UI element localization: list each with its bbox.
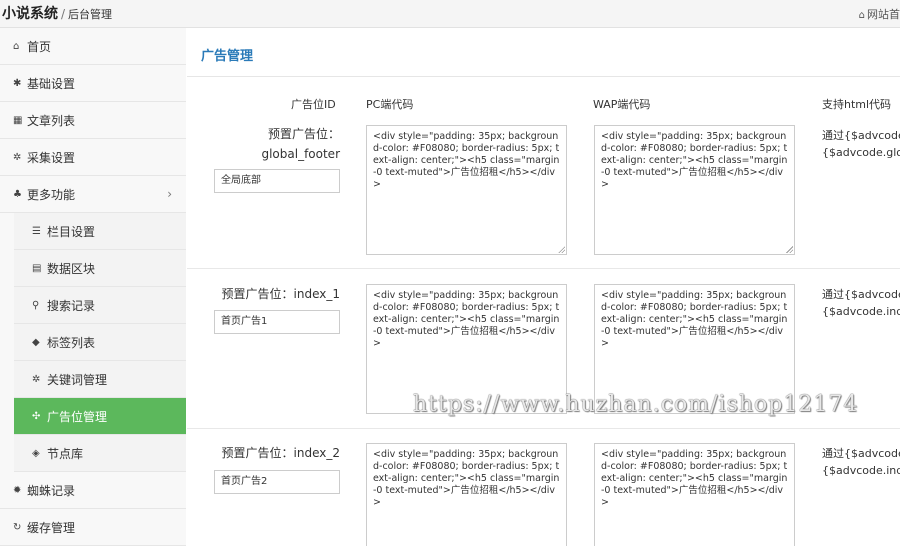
sidebar-item-label: 基础设置 bbox=[27, 76, 76, 91]
wap-code-textarea[interactable]: <div style="padding: 35px; background-co… bbox=[594, 125, 795, 255]
usage-tip-line: 通过{$advcode bbox=[822, 288, 900, 301]
sitemap-icon: ♣ bbox=[13, 188, 22, 200]
sidebar-subitem-tag-list[interactable]: ◆ 标签列表 bbox=[14, 324, 186, 361]
pc-code-text: <div style="padding: 35px; background-co… bbox=[373, 131, 560, 190]
sidebar-subitem-ad-manage[interactable]: ✣ 广告位管理 bbox=[14, 398, 186, 435]
wap-code-text: <div style="padding: 35px; background-co… bbox=[601, 131, 788, 190]
ad-name-input[interactable]: 全局底部 bbox=[214, 169, 340, 193]
sidebar-subitem-label: 节点库 bbox=[47, 446, 84, 461]
sidebar-subitem-keyword-manage[interactable]: ✲ 关键词管理 bbox=[14, 361, 186, 398]
site-home-label: 网站首 bbox=[867, 8, 900, 21]
sidebar-item-article-list[interactable]: ▦ 文章列表 bbox=[0, 102, 186, 139]
wap-code-textarea[interactable]: <div style="padding: 35px; background-co… bbox=[594, 443, 795, 546]
tag-icon: ◆ bbox=[32, 336, 40, 348]
ad-slot-label: 预置广告位：index_2 bbox=[207, 443, 340, 463]
column-header-html: 支持html代码 bbox=[822, 98, 892, 111]
sidebar-item-label: 采集设置 bbox=[27, 150, 76, 165]
brand-separator: / bbox=[61, 7, 66, 21]
sidebar-item-more-features[interactable]: ♣ 更多功能 › bbox=[0, 176, 186, 213]
refresh-icon: ↻ bbox=[13, 521, 22, 533]
chevron-right-icon: › bbox=[167, 187, 172, 201]
submenu-indent bbox=[0, 241, 14, 500]
usage-tip: 通过{$advcode {$advcode.inde bbox=[822, 445, 900, 479]
ad-slot-label: 预置广告位： global_footer bbox=[227, 124, 340, 164]
search-icon: ⚲ bbox=[32, 299, 40, 311]
pc-code-textarea[interactable]: <div style="padding: 35px; background-co… bbox=[366, 125, 567, 255]
cube-icon: ◈ bbox=[32, 447, 40, 459]
home-icon: ⌂ bbox=[858, 10, 865, 21]
usage-tip-code: {$advcode.glob bbox=[822, 146, 900, 159]
top-bar: 小说系统 / 后台管理 ⌂ 网站首 bbox=[0, 0, 900, 28]
ad-slot-label-line: 预置广告位：index_2 bbox=[221, 446, 340, 460]
database-icon: ▤ bbox=[32, 262, 42, 274]
resize-handle[interactable] bbox=[558, 246, 565, 253]
divider bbox=[187, 76, 900, 77]
usage-tip-line: 通过{$advcode bbox=[822, 447, 900, 460]
pc-code-textarea[interactable]: <div style="padding: 35px; background-co… bbox=[366, 443, 567, 546]
sidebar-subitem-label: 数据区块 bbox=[47, 261, 96, 276]
ad-slot-id: global_footer bbox=[261, 147, 340, 161]
home-icon: ⌂ bbox=[13, 40, 20, 52]
watermark: https://www.huzhan.com/ishop12174 bbox=[413, 392, 859, 417]
puzzle-icon: ✣ bbox=[32, 410, 41, 422]
usage-tip-code: {$advcode.inde bbox=[822, 464, 900, 477]
cogs-icon: ✲ bbox=[13, 151, 22, 163]
bug-icon: ✹ bbox=[13, 484, 22, 496]
sidebar-subitem-search-records[interactable]: ⚲ 搜索记录 bbox=[14, 287, 186, 324]
site-home-link[interactable]: ⌂ 网站首 bbox=[859, 6, 900, 22]
sidebar-item-label: 首页 bbox=[27, 39, 52, 54]
gear-icon: ✱ bbox=[13, 77, 22, 89]
sidebar-subitem-node-library[interactable]: ◈ 节点库 bbox=[14, 435, 186, 472]
brand[interactable]: 小说系统 / 后台管理 bbox=[2, 3, 112, 23]
sidebar-item-label: 蜘蛛记录 bbox=[27, 483, 76, 498]
list-icon: ☰ bbox=[32, 225, 41, 237]
usage-tip: 通过{$advcode {$advcode.inde bbox=[822, 286, 900, 320]
ad-slot-label: 预置广告位：index_1 bbox=[207, 284, 340, 304]
ad-slot-label-line: 预置广告位： bbox=[267, 127, 340, 141]
column-header-id: 广告位ID bbox=[291, 98, 336, 111]
sidebar: ⌂ 首页 ✱ 基础设置 ▦ 文章列表 ✲ 采集设置 ♣ 更多功能 › ☰ 栏目设… bbox=[0, 28, 186, 546]
app-subtitle: 后台管理 bbox=[68, 8, 113, 21]
sidebar-item-home[interactable]: ⌂ 首页 bbox=[0, 28, 186, 65]
pc-code-text: <div style="padding: 35px; background-co… bbox=[373, 290, 560, 349]
sidebar-subitem-label: 栏目设置 bbox=[47, 224, 96, 239]
usage-tip-code: {$advcode.inde bbox=[822, 305, 900, 318]
resize-handle[interactable] bbox=[786, 246, 793, 253]
page-title: 广告管理 bbox=[201, 49, 254, 64]
cogs-icon: ✲ bbox=[32, 373, 41, 385]
sidebar-subitem-label: 标签列表 bbox=[47, 335, 96, 350]
sidebar-item-basic-settings[interactable]: ✱ 基础设置 bbox=[0, 65, 186, 102]
sidebar-subitem-column-settings[interactable]: ☰ 栏目设置 bbox=[14, 213, 186, 250]
sidebar-subitem-label: 关键词管理 bbox=[47, 372, 108, 387]
sidebar-subitem-label: 广告位管理 bbox=[47, 409, 108, 424]
sidebar-item-collect-settings[interactable]: ✲ 采集设置 bbox=[0, 139, 186, 176]
usage-tip-line: 通过{$advcode bbox=[822, 129, 900, 142]
ad-slot-label-line: 预置广告位：index_1 bbox=[221, 287, 340, 301]
app-title: 小说系统 bbox=[2, 6, 58, 22]
ad-name-input[interactable]: 首页广告1 bbox=[214, 310, 340, 334]
ad-name-input[interactable]: 首页广告2 bbox=[214, 470, 340, 494]
wap-code-text: <div style="padding: 35px; background-co… bbox=[601, 449, 788, 508]
row-divider bbox=[187, 428, 900, 429]
sidebar-item-cache-manage[interactable]: ↻ 缓存管理 bbox=[0, 509, 186, 546]
sidebar-item-spider-records[interactable]: ✹ 蜘蛛记录 bbox=[0, 472, 186, 509]
usage-tip: 通过{$advcode {$advcode.glob bbox=[822, 127, 900, 161]
column-header-pc: PC端代码 bbox=[366, 98, 414, 111]
column-header-wap: WAP端代码 bbox=[593, 98, 651, 111]
sidebar-item-label: 文章列表 bbox=[27, 113, 76, 128]
table-icon: ▦ bbox=[13, 114, 23, 126]
pc-code-text: <div style="padding: 35px; background-co… bbox=[373, 449, 560, 508]
sidebar-item-label: 缓存管理 bbox=[27, 520, 76, 535]
sidebar-item-label: 更多功能 bbox=[27, 187, 76, 202]
sidebar-subitem-label: 搜索记录 bbox=[47, 298, 96, 313]
sidebar-subitem-data-blocks[interactable]: ▤ 数据区块 bbox=[14, 250, 186, 287]
main-content: 广告管理 广告位ID PC端代码 WAP端代码 支持html代码 预置广告位： … bbox=[187, 28, 900, 546]
wap-code-text: <div style="padding: 35px; background-co… bbox=[601, 290, 788, 349]
row-divider bbox=[187, 268, 900, 269]
